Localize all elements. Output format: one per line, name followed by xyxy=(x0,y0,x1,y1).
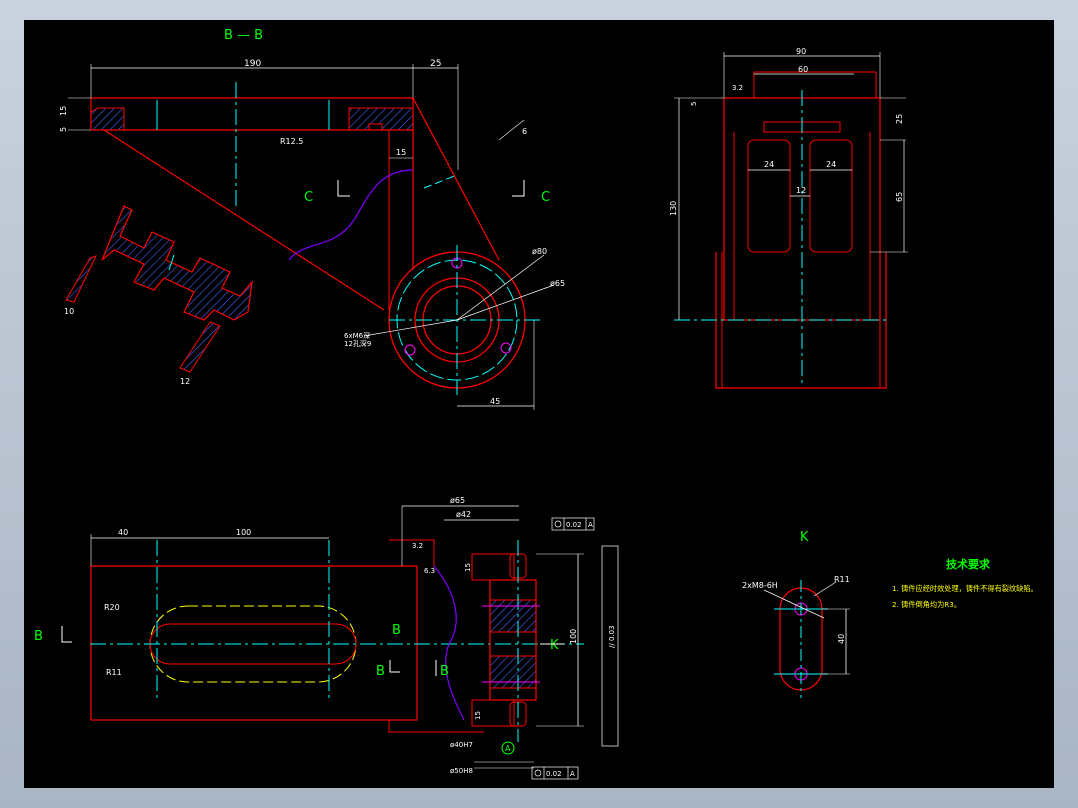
side-view: 90 60 3.2 5 25 65 24 24 12 130 xyxy=(669,47,908,389)
dim-100-front: 100 xyxy=(236,528,251,537)
dim-phi65-front: ø65 xyxy=(450,496,465,505)
dim-phi50h8: ø50H8 xyxy=(450,767,473,775)
hatch-left-plate xyxy=(90,107,125,131)
section-b-left-label: B xyxy=(34,629,43,644)
view-k-label: K xyxy=(800,530,809,545)
side-top-lug xyxy=(753,71,877,98)
dim-65-side: 65 xyxy=(895,192,904,202)
dim-25: 25 xyxy=(430,59,441,69)
view-k-arrow-label: K xyxy=(550,638,559,653)
dim-phi42: ø42 xyxy=(456,510,471,519)
dim-60: 60 xyxy=(798,65,808,74)
section-bb-label: B — B xyxy=(224,28,263,43)
section-c-right-label: C xyxy=(541,190,550,205)
dim-12-side: 12 xyxy=(796,186,806,195)
tapped-hole-right xyxy=(500,342,512,354)
section-b-mid-label: B xyxy=(392,623,401,638)
technical-requirements: 技术要求 1. 铸件应经时效处理，铸件不得有裂纹缺陷。 2. 铸件倒角均为R3。 xyxy=(892,557,1038,609)
cad-drawing: B — B 190 25 15 5 15 R12.5 6 10 12 ø80 ø… xyxy=(34,28,1038,780)
parallelism-tol: // 0.03 xyxy=(608,625,616,648)
roughness-3-2-front: 3.2 xyxy=(412,542,423,550)
section-c-left-arrow xyxy=(337,180,350,197)
notes-line-2: 2. 铸件倒角均为R3。 xyxy=(892,600,961,609)
dim-15-lower: 15 xyxy=(474,711,482,720)
boss-hatch-upper xyxy=(489,599,537,633)
dim-45: 45 xyxy=(490,397,500,406)
rib-section xyxy=(101,205,253,321)
dim-15-upper: 15 xyxy=(464,563,472,572)
dim-6: 6 xyxy=(522,127,527,136)
front-plate-outline xyxy=(90,565,418,721)
view-k: K 2xM8-6H R11 40 xyxy=(742,530,850,698)
dim-90: 90 xyxy=(796,47,806,56)
thread-note-1: 6xM6深 xyxy=(344,331,370,340)
front-view: 40 100 R20 R11 ø65 ø42 0.02 A 3.2 6.3 15… xyxy=(34,496,619,780)
hatch-right-plate xyxy=(348,107,414,131)
side-window-left xyxy=(747,139,791,253)
dim-15-horizontal: 15 xyxy=(396,148,406,157)
break-line xyxy=(288,169,414,261)
view-k-r11: R11 xyxy=(834,575,850,584)
section-c-left-label: C xyxy=(304,190,313,205)
gdt-tol-2: 0.02 xyxy=(546,770,562,778)
housing-edge-right xyxy=(412,97,500,261)
notes-line-1: 1. 铸件应经时效处理，铸件不得有裂纹缺陷。 xyxy=(892,584,1038,593)
drawing-canvas[interactable]: B — B 190 25 15 5 15 R12.5 6 10 12 ø80 ø… xyxy=(24,20,1054,788)
boss-hatch-lower xyxy=(489,655,537,689)
dim-phi65: ø65 xyxy=(550,279,565,288)
hidden-centerline xyxy=(423,174,458,189)
section-bb-view: B — B 190 25 15 5 15 R12.5 6 10 12 ø80 ø… xyxy=(59,28,565,410)
dim-r20: R20 xyxy=(104,603,120,612)
thread-note-2: 12孔深9 xyxy=(344,339,371,348)
side-window-right xyxy=(809,139,853,253)
dim-phi80: ø80 xyxy=(532,247,547,256)
dim-24-left: 24 xyxy=(764,160,774,169)
dim-12-rib: 12 xyxy=(180,377,190,386)
view-k-40: 40 xyxy=(837,634,846,644)
dim-25-side: 25 xyxy=(895,114,904,124)
dim-130: 130 xyxy=(669,201,678,216)
dim-5: 5 xyxy=(59,127,68,132)
dim-10: 10 xyxy=(64,307,74,316)
gdt-datum-1: A xyxy=(588,521,593,529)
dim-190: 190 xyxy=(244,59,261,69)
gdt-tol-1: 0.02 xyxy=(566,521,582,529)
roughness-3-2-side: 3.2 xyxy=(732,84,743,92)
rib-section-lower-b xyxy=(179,321,221,373)
dim-24-right: 24 xyxy=(826,160,836,169)
rib-section-lower-a xyxy=(65,255,97,303)
section-c-right-arrow xyxy=(512,180,525,197)
dim-phi40h7: ø40H7 xyxy=(450,741,473,749)
datum-a-label: A xyxy=(505,744,511,753)
dim-40-front: 40 xyxy=(118,528,128,537)
dim-5-side: 5 xyxy=(690,102,698,106)
gdt-datum-2: A xyxy=(570,770,575,778)
dim-15-vertical: 15 xyxy=(59,106,68,116)
notes-title: 技术要求 xyxy=(946,557,991,571)
dim-r12-5: R12.5 xyxy=(280,137,303,146)
section-b-mid2-label: B xyxy=(376,664,385,679)
front-break-line xyxy=(433,565,465,721)
roughness-6-3: 6.3 xyxy=(424,567,435,575)
tapped-hole-left xyxy=(404,344,416,356)
dim-r11: R11 xyxy=(106,668,122,677)
view-k-thread: 2xM8-6H xyxy=(742,581,778,590)
section-b-right-label: B xyxy=(440,664,449,679)
dim-100-vertical: 100 xyxy=(569,629,578,644)
